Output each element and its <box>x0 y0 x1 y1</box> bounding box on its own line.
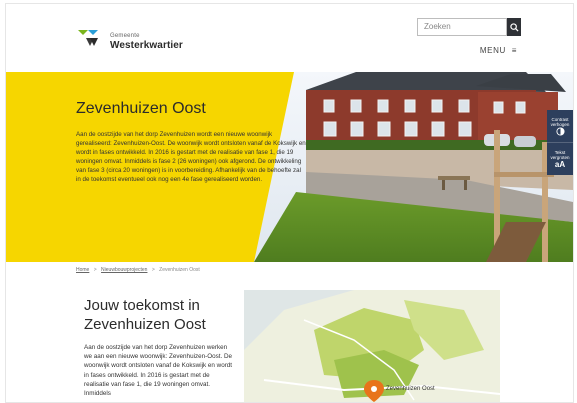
text-size-button[interactable]: Tekst vergroten aA <box>547 142 573 175</box>
site-header: Gemeente Westerkwartier Zoeken MENU ≡ <box>6 4 573 72</box>
section-title: Jouw toekomst in Zevenhuizen Oost <box>84 296 206 334</box>
section-paragraph: Aan de oostzijde van het dorp Zevenhuize… <box>84 344 233 398</box>
section-title-line-2: Zevenhuizen Oost <box>84 316 206 333</box>
breadcrumb-home[interactable]: Home <box>76 267 89 273</box>
accessibility-tools: Contrast verhogen Tekst vergroten aA <box>547 110 573 175</box>
menu-label: MENU <box>479 46 506 55</box>
section-title-line-1: Jouw toekomst in <box>84 297 200 314</box>
hero-title: Zevenhuizen Oost <box>76 100 206 117</box>
logo-subtitle: Gemeente <box>110 33 140 39</box>
contrast-icon <box>555 126 565 136</box>
text-size-icon: aA <box>554 159 566 169</box>
chevron-right-icon: > <box>151 267 155 273</box>
municipality-logo[interactable]: Gemeente Westerkwartier <box>76 24 196 58</box>
page-frame: Gemeente Westerkwartier Zoeken MENU ≡ Ze… <box>5 3 574 403</box>
contrast-button[interactable]: Contrast verhogen <box>547 110 573 142</box>
search-button[interactable] <box>507 18 521 36</box>
breadcrumb-current: Zevenhuizen Oost <box>159 267 200 273</box>
menu-button[interactable]: MENU ≡ <box>480 46 517 55</box>
breadcrumb: Home > Nieuwbouwprojecten > Zevenhuizen … <box>76 267 200 273</box>
map-label: Zevenhuizen Oost <box>386 386 435 392</box>
search-icon <box>509 22 519 32</box>
hero-paragraph: Aan de oostzijde van het dorp Zevenhuize… <box>76 131 306 184</box>
search-input[interactable]: Zoeken <box>417 18 507 36</box>
logo-title: Westerkwartier <box>110 40 183 51</box>
hero-banner: Zevenhuizen Oost Aan de oostzijde van he… <box>6 72 573 262</box>
chevron-right-icon: > <box>93 267 97 273</box>
location-map[interactable]: Zevenhuizen Oost <box>244 290 500 402</box>
logo-mark-icon <box>78 30 98 46</box>
breadcrumb-projects[interactable]: Nieuwbouwprojecten <box>101 267 147 273</box>
hamburger-icon: ≡ <box>511 46 517 55</box>
